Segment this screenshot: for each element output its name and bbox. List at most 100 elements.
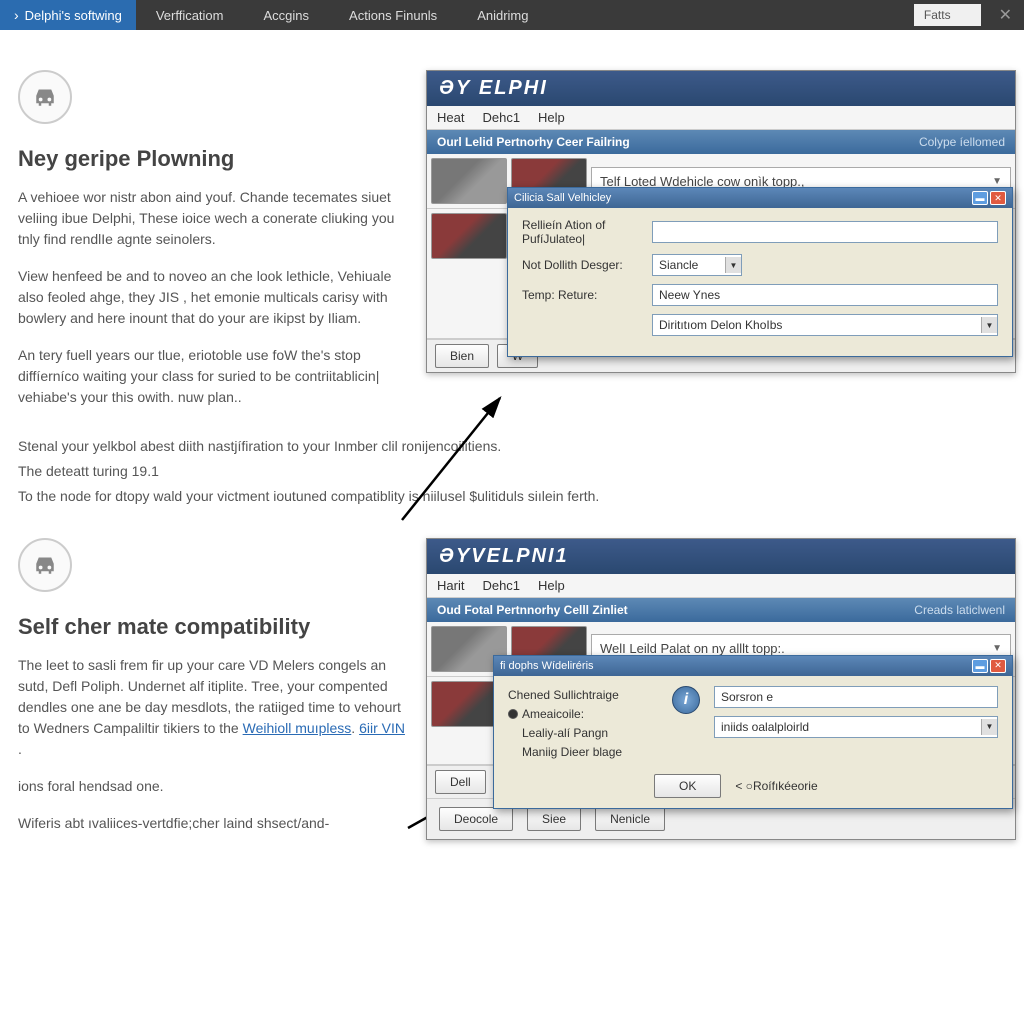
chevron-right-icon: › — [14, 7, 19, 23]
app2-title-right[interactable]: Creads laticlwenl — [914, 603, 1005, 617]
midtext-line1: Stenal your yelkbol abest diith nastjífi… — [18, 434, 1006, 459]
close-icon[interactable]: ✕ — [990, 191, 1006, 205]
app-window-2: ƏYVELPNI1 Harit Dehc1 Help Oud Fotal Per… — [426, 538, 1016, 840]
dialog1-win-buttons: ▬ ✕ — [972, 191, 1006, 205]
menu-item-verification[interactable]: Verfficatiom — [136, 8, 244, 23]
section1-p2: View henfeed be and to noveo an che look… — [18, 266, 408, 329]
mid-text-block: Stenal your yelkbol abest diith nastjífi… — [0, 424, 1024, 518]
dialog1-field2[interactable]: Siancle▼ — [652, 254, 742, 276]
dialog2-fields: Sorsron e iniids oalalploirld▼ — [714, 686, 998, 746]
dialog2-field1[interactable]: Sorsron e — [714, 686, 998, 708]
dialog2-field2[interactable]: iniids oalalploirld▼ — [714, 716, 998, 738]
dialog2-radio2[interactable]: Lealiy-alí Pangn — [508, 724, 658, 743]
dialog2-radio3[interactable]: Maniig Dieer blage — [508, 743, 658, 762]
right-column-2: ƏYVELPNI1 Harit Dehc1 Help Oud Fotal Per… — [408, 538, 1024, 850]
menu-item-actions[interactable]: Actions Finunls — [329, 8, 457, 23]
dialog-1: Cilicia Sall Velhicley ▬ ✕ Rellieín Atio… — [507, 187, 1013, 357]
refresh-option[interactable]: < ○Roífıkéeorie — [735, 779, 817, 793]
top-menu-bar: › Delphi's softwing Verfficatiom Accgins… — [0, 0, 1024, 30]
app2-btn-nenicle[interactable]: Nenicle — [595, 807, 665, 831]
dialog2-button-row: OK < ○Roífıkéeorie — [494, 774, 1012, 808]
chevron-down-icon: ▼ — [992, 643, 1002, 654]
compatibility-icon — [18, 538, 72, 592]
app1-btn-bien[interactable]: Bien — [435, 344, 489, 368]
dialog1-label1: Rellieín Ation of PufíJulateo| — [522, 218, 652, 246]
dialog-2: fi dophs Wídeliréris ▬ ✕ Chened Sullicht… — [493, 655, 1013, 810]
section1-heading: Ney geripe Plowning — [18, 142, 408, 175]
dialog1-row3: Temp: Reture: Neew Ynes — [522, 284, 998, 306]
chevron-down-icon: ▼ — [981, 719, 997, 735]
app2-title: Oud Fotal Pertnnorhy Celll Zinliet — [437, 603, 628, 617]
car-icon — [30, 82, 60, 112]
chevron-down-icon: ▼ — [725, 257, 741, 273]
close-icon[interactable]: ✕ — [990, 659, 1006, 673]
dialog1-field3[interactable]: Neew Ynes — [652, 284, 998, 306]
dialog2-win-buttons: ▬ ✕ — [972, 659, 1006, 673]
app1-title: Ourl Lelid Pertnorhy Ceer Failring — [437, 135, 630, 149]
menu-item-accgins[interactable]: Accgins — [244, 8, 330, 23]
dialog2-title: fi dophs Wídeliréris — [500, 660, 594, 672]
info-icon: i — [672, 686, 700, 714]
app-logo-1: ƏΥ ΕLPHI — [427, 71, 1015, 106]
app2-btn-siee[interactable]: Siee — [527, 807, 581, 831]
close-icon[interactable]: ✕ — [987, 5, 1024, 25]
dialog1-title: Cilicia Sall Velhicley — [514, 192, 611, 204]
dialog1-row1: Rellieín Ation of PufíJulateo| — [522, 218, 998, 246]
app1-menu-help[interactable]: Help — [538, 110, 565, 125]
section2-p2: ions foral hendsad one. — [18, 776, 408, 797]
app1-menu-heat[interactable]: Heat — [437, 110, 464, 125]
app-titlebar-1: Ourl Lelid Pertnorhy Ceer Failring Colyp… — [427, 130, 1015, 154]
link-vin[interactable]: 6iir VIN — [359, 720, 405, 736]
left-column-1: Ney geripe Plowning A vehioee wor nistr … — [18, 70, 408, 424]
section2-p1: The leet to sasli frem fir up your care … — [18, 655, 408, 760]
app-menu-2: Harit Dehc1 Help — [427, 574, 1015, 598]
app-window-1: ƏΥ ΕLPHI Heat Dehc1 Help Ourl Lelid Pert… — [426, 70, 1016, 373]
dialog1-label2: Not Dollith Desger: — [522, 258, 652, 272]
ok-button[interactable]: OK — [654, 774, 721, 798]
section1-p3: An tery fuell years our tlue, eriotoble … — [18, 345, 408, 408]
chevron-down-icon: ▼ — [992, 176, 1002, 187]
dialog1-body: Rellieín Ation of PufíJulateo| Not Dolli… — [508, 208, 1012, 356]
dialog1-row4: Diritıtıom Delon KhoIbs▼ — [522, 314, 998, 336]
app-logo-2: ƏYVELPNI1 — [427, 539, 1015, 574]
car-thumb-1a — [431, 158, 507, 204]
app2-menu-harit[interactable]: Harit — [437, 578, 464, 593]
chevron-down-icon: ▼ — [981, 317, 997, 333]
dialog2-body: Chened Sullichtraige Ameaicoile: Lealiy-… — [494, 676, 1012, 775]
dialog1-row2: Not Dollith Desger: Siancle▼ — [522, 254, 998, 276]
app2-menu-dehc1[interactable]: Dehc1 — [482, 578, 520, 593]
menu-active-label: Delphi's softwing — [25, 8, 122, 23]
dialog2-radio1[interactable]: Ameaicoile: — [508, 705, 658, 724]
dialog1-label3: Temp: Reture: — [522, 288, 652, 302]
minimize-icon[interactable]: ▬ — [972, 659, 988, 673]
dialog1-field4[interactable]: Diritıtıom Delon KhoIbs▼ — [652, 314, 998, 336]
app2-menu-help[interactable]: Help — [538, 578, 565, 593]
app2-btn-deocole[interactable]: Deocole — [439, 807, 513, 831]
app1-title-right[interactable]: Colype íellomed — [919, 135, 1005, 149]
link-weihioll[interactable]: Weihioll muıpless — [243, 720, 352, 736]
section2-heading: Self cher mate compatibility — [18, 610, 408, 643]
minimize-icon[interactable]: ▬ — [972, 191, 988, 205]
app-titlebar-2: Oud Fotal Pertnnorhy Celll Zinliet Cread… — [427, 598, 1015, 622]
app-menu-1: Heat Dehc1 Help — [427, 106, 1015, 130]
dialog2-radio-group: Chened Sullichtraige Ameaicoile: Lealiy-… — [508, 686, 658, 763]
menu-active-tab[interactable]: › Delphi's softwing — [0, 0, 136, 30]
section1-p1: A vehioee wor nistr abon aind youf. Chan… — [18, 187, 408, 250]
section-2: Self cher mate compatibility The leet to… — [0, 518, 1024, 850]
car-thumb-1c — [431, 213, 507, 259]
app1-menu-dehc1[interactable]: Dehc1 — [482, 110, 520, 125]
dialog2-titlebar: fi dophs Wídeliréris ▬ ✕ — [494, 656, 1012, 676]
left-column-2: Self cher mate compatibility The leet to… — [18, 538, 408, 850]
right-column-1: ƏΥ ΕLPHI Heat Dehc1 Help Ourl Lelid Pert… — [408, 70, 1024, 424]
dialog2-group-label: Chened Sullichtraige — [508, 686, 658, 705]
midtext-line3: To the node for dtopy wald your victment… — [18, 484, 1006, 509]
right-tab-fatts[interactable]: Fatts — [914, 4, 981, 26]
dialog1-titlebar: Cilicia Sall Velhicley ▬ ✕ — [508, 188, 1012, 208]
car-icon — [30, 550, 60, 580]
menu-item-andrimg[interactable]: Anidrimg — [457, 8, 548, 23]
app2-btn-dell[interactable]: Dell — [435, 770, 486, 794]
vehicle-icon — [18, 70, 72, 124]
section-1: Ney geripe Plowning A vehioee wor nistr … — [0, 30, 1024, 424]
section2-p3: Wiferis abt ıvaliices-vertdfie;cher lain… — [18, 813, 408, 834]
dialog1-field1[interactable] — [652, 221, 998, 243]
